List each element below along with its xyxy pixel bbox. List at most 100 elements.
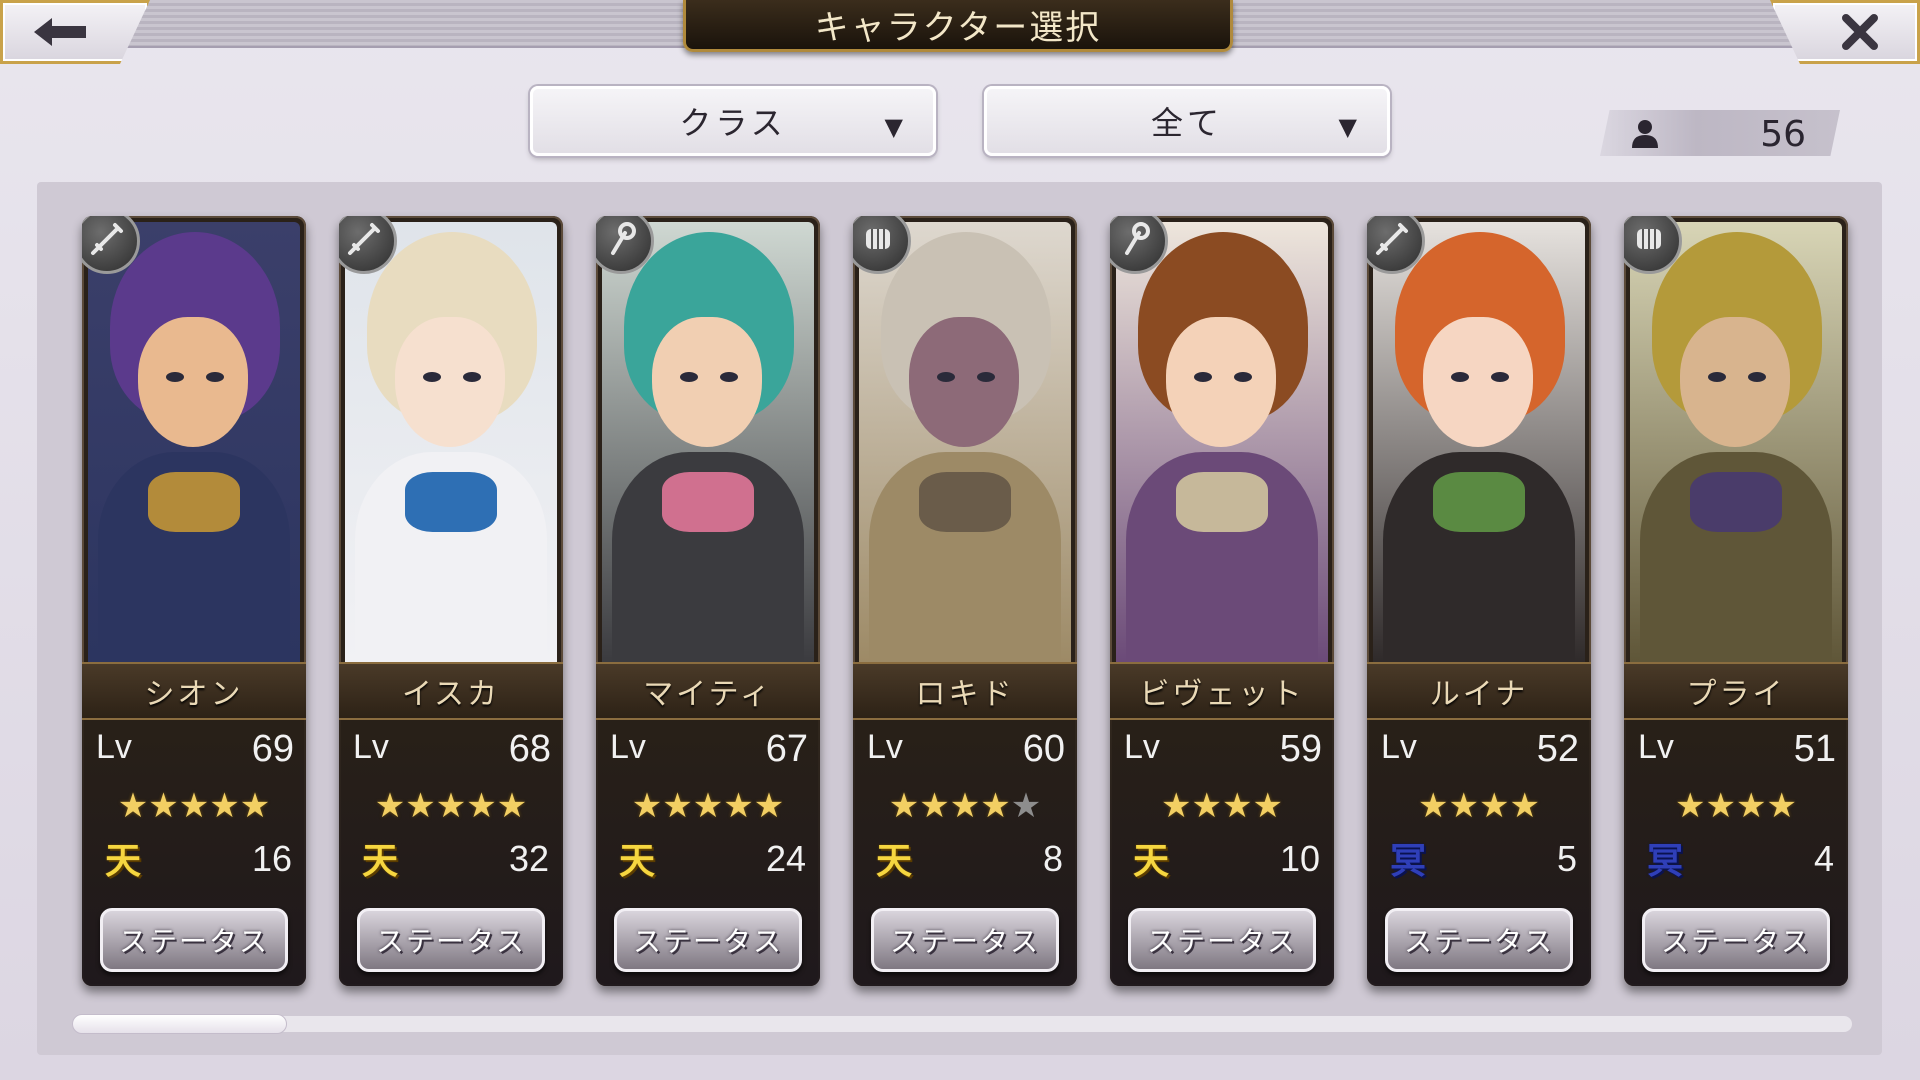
close-icon [1842, 14, 1878, 50]
star-rating: ★★★★★ [853, 786, 1077, 826]
character-name-plate: プライ [1624, 662, 1848, 720]
rank-icon: 天 [104, 840, 141, 882]
star-filled-icon: ★ [1479, 786, 1510, 826]
scrollbar-track[interactable] [72, 1016, 1852, 1032]
character-stats: Lv 52 ★★★★ 冥 5 ステータス [1367, 720, 1591, 986]
rank-value: 10 [1279, 838, 1320, 879]
character-stats: Lv 67 ★★★★★ 天 24 ステータス [596, 720, 820, 986]
star-filled-icon: ★ [692, 786, 724, 826]
close-button[interactable] [1770, 0, 1920, 64]
level-value: 69 [251, 728, 294, 770]
star-filled-icon: ★ [949, 786, 981, 826]
character-stats: Lv 69 ★★★★★ 天 16 ステータス [82, 720, 306, 986]
fist-icon [858, 219, 898, 263]
character-portrait [1373, 222, 1585, 662]
character-card[interactable]: マイティ Lv 67 ★★★★★ 天 24 ステータス [596, 216, 820, 986]
character-card[interactable]: プライ Lv 51 ★★★★ 冥 4 ステータス [1624, 216, 1848, 986]
back-button[interactable] [0, 0, 150, 64]
status-button-label: ステータス [632, 925, 783, 958]
character-stats: Lv 68 ★★★★★ 天 32 ステータス [339, 720, 563, 986]
level-label: Lv [353, 728, 389, 766]
star-filled-icon: ★ [148, 786, 179, 826]
status-button-label: ステータス [118, 925, 269, 958]
status-button-label: ステータス [1660, 925, 1811, 958]
star-rating: ★★★★ [1624, 786, 1848, 826]
fist-icon [1629, 219, 1669, 263]
character-card[interactable]: ロキド Lv 60 ★★★★★ 天 8 ステータス [853, 216, 1077, 986]
character-name: プライ [1686, 677, 1786, 712]
character-portrait [88, 222, 300, 662]
character-portrait [1116, 222, 1328, 662]
rank-value: 8 [1042, 838, 1063, 879]
status-button-label: ステータス [1146, 925, 1297, 958]
status-button-label: ステータス [375, 925, 526, 958]
rank-icon: 天 [361, 840, 398, 882]
sword-icon [344, 219, 384, 263]
star-filled-icon: ★ [466, 786, 497, 826]
star-filled-icon: ★ [1736, 786, 1767, 826]
star-filled-icon: ★ [919, 786, 950, 826]
character-portrait [602, 222, 814, 662]
rank-value: 4 [1813, 838, 1834, 879]
star-filled-icon: ★ [1705, 786, 1736, 826]
character-name: イスカ [401, 677, 501, 712]
scrollbar-thumb[interactable] [72, 1014, 287, 1034]
character-name: ルイナ [1429, 677, 1529, 712]
star-filled-icon: ★ [1675, 786, 1706, 826]
star-filled-icon: ★ [1418, 786, 1449, 826]
character-name-plate: イスカ [339, 662, 563, 720]
level-label: Lv [96, 728, 132, 766]
rank-value: 5 [1556, 838, 1577, 879]
status-button[interactable]: ステータス [871, 908, 1059, 972]
rank-value: 16 [251, 838, 292, 879]
character-card[interactable]: イスカ Lv 68 ★★★★★ 天 32 ステータス [339, 216, 563, 986]
status-button[interactable]: ステータス [100, 908, 288, 972]
star-filled-icon: ★ [1222, 786, 1253, 826]
class-filter-label: クラス [679, 104, 787, 142]
rank-value: 32 [508, 838, 549, 879]
star-filled-icon: ★ [1252, 786, 1283, 826]
chevron-down-icon: ▼ [1338, 113, 1357, 141]
status-button[interactable]: ステータス [1385, 908, 1573, 972]
star-filled-icon: ★ [631, 786, 663, 826]
chevron-down-icon: ▼ [884, 113, 903, 141]
character-name-plate: ロキド [853, 662, 1077, 720]
character-name: ビヴェット [1139, 677, 1305, 712]
status-button[interactable]: ステータス [357, 908, 545, 972]
star-filled-icon: ★ [117, 786, 149, 826]
rank-icon: 冥 [1389, 840, 1426, 882]
status-button[interactable]: ステータス [614, 908, 802, 972]
level-label: Lv [1638, 728, 1674, 766]
star-filled-icon: ★ [178, 786, 210, 826]
star-filled-icon: ★ [980, 786, 1011, 826]
level-label: Lv [1381, 728, 1417, 766]
sword-icon [87, 219, 127, 263]
level-value: 67 [765, 728, 808, 770]
character-portrait [345, 222, 557, 662]
rank-icon: 冥 [1646, 840, 1683, 882]
class-filter-dropdown[interactable]: クラス ▼ [530, 86, 936, 156]
character-card[interactable]: ルイナ Lv 52 ★★★★ 冥 5 ステータス [1367, 216, 1591, 986]
level-value: 60 [1022, 728, 1065, 770]
star-filled-icon: ★ [1509, 786, 1540, 826]
star-rating: ★★★★★ [339, 786, 563, 826]
star-rating: ★★★★ [1367, 786, 1591, 826]
star-filled-icon: ★ [1448, 786, 1479, 826]
star-filled-icon: ★ [1766, 786, 1797, 826]
character-name-plate: ビヴェット [1110, 662, 1334, 720]
character-card[interactable]: ビヴェット Lv 59 ★★★★ 天 10 ステータス [1110, 216, 1334, 986]
level-label: Lv [1124, 728, 1160, 766]
page-title: キャラクター選択 [814, 8, 1102, 48]
star-filled-icon: ★ [239, 786, 271, 826]
status-button[interactable]: ステータス [1642, 908, 1830, 972]
status-button[interactable]: ステータス [1128, 908, 1316, 972]
rarity-filter-dropdown[interactable]: 全て ▼ [984, 86, 1390, 156]
character-name: マイティ [643, 677, 773, 712]
status-button-label: ステータス [1403, 925, 1554, 958]
rank-icon: 天 [618, 840, 655, 882]
character-card[interactable]: シオン Lv 69 ★★★★★ 天 16 ステータス [82, 216, 306, 986]
character-stats: Lv 59 ★★★★ 天 10 ステータス [1110, 720, 1334, 986]
character-name-plate: シオン [82, 662, 306, 720]
star-rating: ★★★★★ [596, 786, 820, 826]
character-stats: Lv 51 ★★★★ 冥 4 ステータス [1624, 720, 1848, 986]
